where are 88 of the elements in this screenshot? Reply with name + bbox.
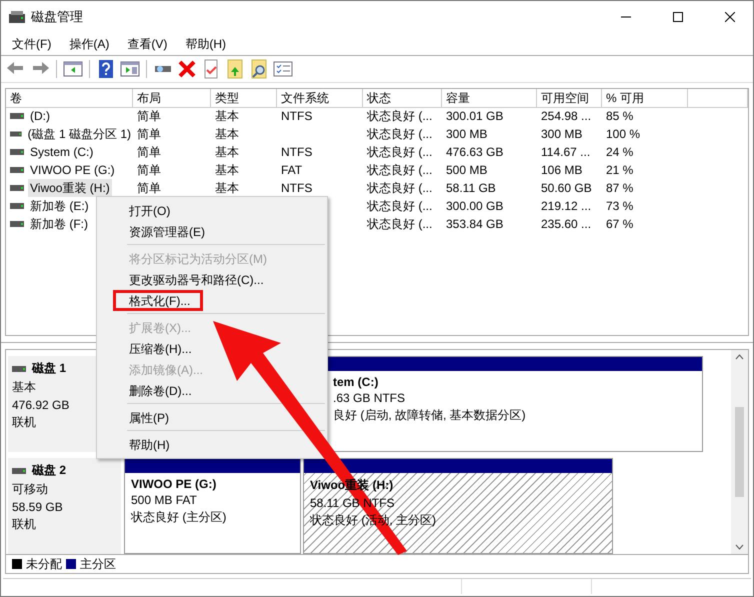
table-cell-text: 300.01 GB [446,108,504,125]
context-menu-item[interactable]: 压缩卷(H)... [113,338,205,359]
column-header[interactable]: 状态 [363,89,442,108]
disk-type: 基本 [12,379,37,396]
context-menu-item[interactable]: 更改驱动器号和路径(C)... [113,269,277,290]
table-cell-text: 状态良好 (... [367,126,432,143]
context-menu-item[interactable]: 帮助(H) [113,434,183,455]
table-cell-text: 状态良好 (... [367,216,432,233]
table-cell-text: 219.12 ... [541,198,592,215]
table-cell[interactable]: (D:) [28,107,52,125]
table-cell-text: 基本 [215,162,239,179]
table-cell[interactable]: System (C:) [28,143,96,161]
table-cell-text: 100 % [606,126,640,143]
table-cell-text: 300 MB [446,126,488,143]
column-header[interactable]: % 可用 [602,89,688,108]
disk-type: 可移动 [12,481,49,498]
table-cell-text: 简单 [137,126,161,143]
disk-name: 磁盘 2 [32,462,66,479]
table-cell-text: 353.84 GB [446,216,504,233]
window-title: 磁盘管理 [31,8,84,26]
disk-name: 磁盘 1 [32,360,66,377]
table-cell-text: 67 % [606,216,634,233]
table-cell-text: 300.00 GB [446,198,504,215]
partition-status: 状态良好 (主分区) [131,509,226,526]
table-cell-text: 状态良好 (... [367,180,432,197]
disk-status: 联机 [12,516,37,533]
table-cell-text: 基本 [215,126,239,143]
table-cell-text: 状态良好 (... [367,198,432,215]
partition-block[interactable]: tem (C:) .63 GB NTFS 良好 (启动, 故障转储, 基本数据分区) [326,356,703,452]
column-header[interactable]: 文件系统 [277,89,363,108]
partition-block[interactable]: VIWOO PE (G:) 500 MB FAT 状态良好 (主分区) [124,458,301,554]
table-cell-text: NTFS [281,144,312,161]
menu-item[interactable]: 查看(V) [120,36,174,52]
partition-title: VIWOO PE (G:) [131,477,216,491]
table-cell-text: 235.60 ... [541,216,592,233]
disk-status: 联机 [12,414,37,431]
context-menu-item[interactable]: 格式化(F)... [113,290,204,311]
column-header[interactable]: 布局 [133,89,211,108]
table-cell-text: 基本 [215,144,239,161]
column-header[interactable]: 容量 [442,89,537,108]
table-cell-text: 简单 [137,144,161,161]
table-cell-text: 基本 [215,108,239,125]
context-menu-item[interactable]: 资源管理器(E) [113,221,218,242]
table-cell-text: 简单 [137,162,161,179]
table-cell-text: NTFS [281,108,312,125]
table-cell-text: 73 % [606,198,634,215]
table-cell-text: 114.67 ... [541,144,590,161]
table-cell-text: 500 MB [446,162,488,179]
context-menu-item[interactable]: 属性(P) [113,407,182,428]
partition-size: .63 GB NTFS [333,391,406,405]
table-cell[interactable]: 新加卷 (F:) [28,215,90,233]
table-cell-text: 87 % [606,180,634,197]
column-header[interactable]: 可用空间 [537,89,602,108]
table-cell-text: NTFS [281,180,312,197]
table-cell[interactable]: Viwoo重装 (H:) [28,179,112,197]
context-menu-item[interactable]: 删除卷(D)... [113,380,205,401]
table-cell[interactable]: (磁盘 1 磁盘分区 1) [26,125,133,143]
table-cell[interactable]: VIWOO PE (G:) [28,161,117,179]
column-header[interactable]: 卷 [6,89,133,108]
partition-title: tem (C:) [333,375,378,389]
table-cell-text: 476.63 GB [446,144,504,161]
table-cell-text: 状态良好 (... [367,144,432,161]
table-cell-text: 300 MB [541,126,582,143]
disk-size: 58.59 GB [12,500,64,514]
table-cell-text: 状态良好 (... [367,108,432,125]
menu-item[interactable]: 操作(A) [62,36,116,52]
table-cell-text: 24 % [606,144,634,161]
table-cell-text: 85 % [606,108,634,125]
table-cell-text: 基本 [215,180,239,197]
table-cell-text: 58.11 GB [446,180,496,197]
legend-label: 主分区 [80,556,116,572]
table-cell-text: 简单 [137,108,161,125]
menu-item[interactable]: 文件(F) [5,36,58,52]
table-cell-text: 21 % [606,162,634,179]
table-cell-text: 简单 [137,180,161,197]
context-menu-item[interactable]: 打开(O) [113,200,184,221]
table-cell-text: 106 MB [541,162,582,179]
disk-size: 476.92 GB [12,398,70,412]
column-header[interactable]: 类型 [211,89,277,108]
menu-item[interactable]: 帮助(H) [178,36,233,52]
legend-label: 未分配 [26,556,62,572]
table-cell[interactable]: 新加卷 (E:) [28,197,91,215]
table-cell-text: 254.98 ... [541,108,592,125]
table-cell-text: 50.60 GB [541,180,592,197]
table-cell-text: FAT [281,162,302,179]
partition-status: 良好 (启动, 故障转储, 基本数据分区) [333,407,526,424]
table-cell-text: 状态良好 (... [367,162,432,179]
partition-size: 500 MB FAT [131,493,197,507]
